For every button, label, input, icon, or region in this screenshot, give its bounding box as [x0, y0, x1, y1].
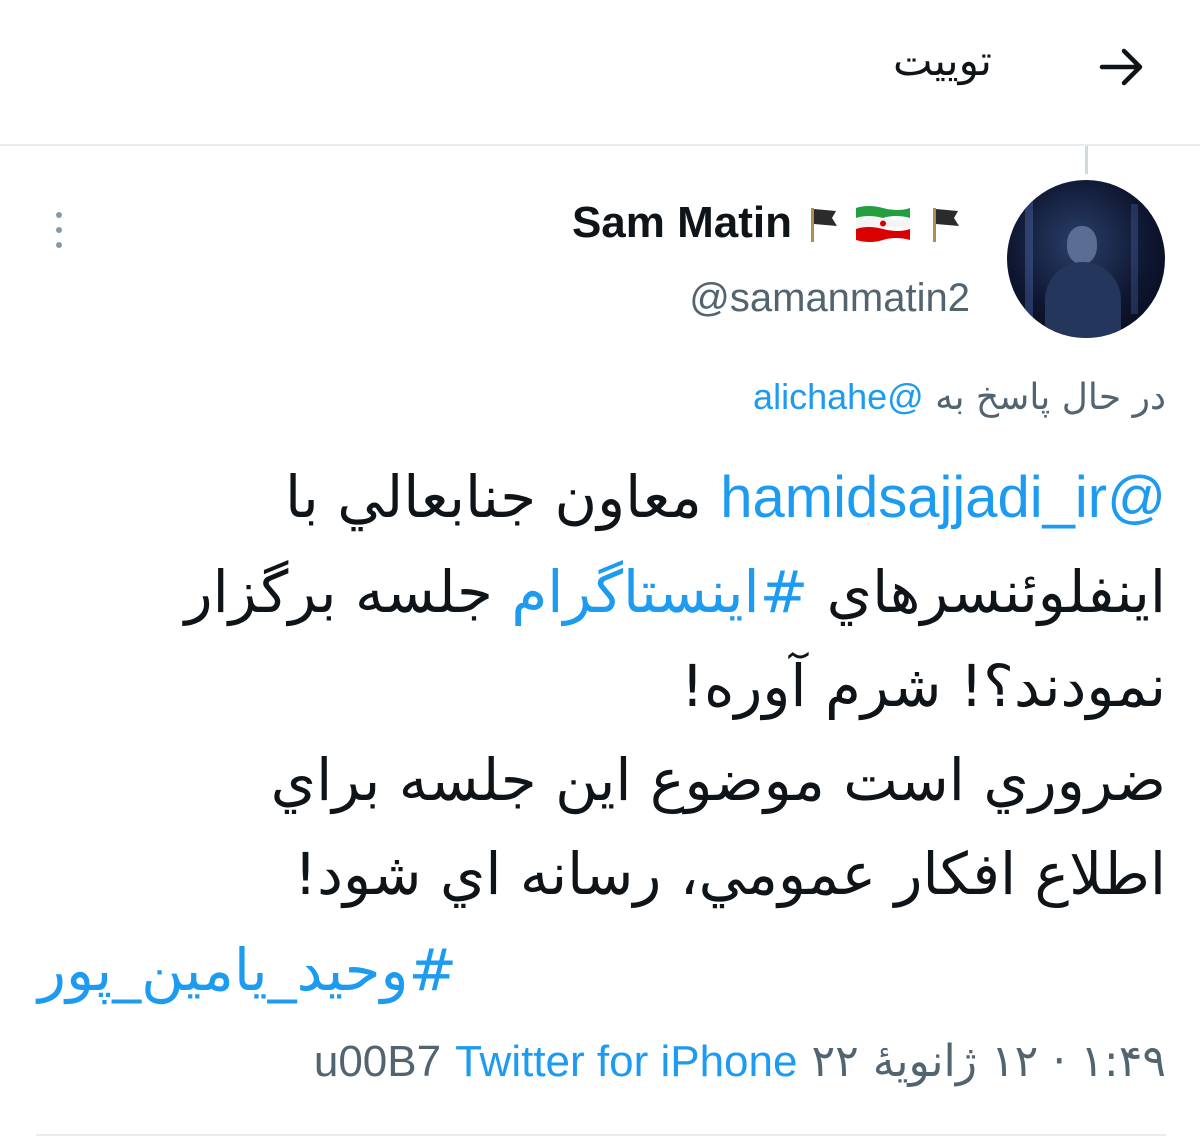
tweet-date: ۱۲ ژانویهٔ ۲۲ — [811, 1036, 1039, 1087]
black-flag-icon — [811, 208, 837, 242]
tweet-line: ضروري است موضوع اين جلسه براي — [270, 746, 1166, 814]
display-name[interactable]: Sam Matin — [572, 198, 792, 248]
reply-mention-link[interactable]: @alichahe — [753, 376, 924, 417]
more-dot-icon — [56, 242, 62, 248]
more-dot-icon — [56, 227, 62, 233]
more-dot-icon — [56, 212, 62, 218]
iran-flag-icon — [856, 206, 910, 242]
top-bar: تویيت — [0, 0, 1200, 144]
hashtag-link[interactable]: #اينستاگرام — [511, 558, 808, 626]
reply-prefix: در حال پاسخ به — [935, 377, 1166, 418]
hashtag-link[interactable]: #وحيد_يامين_پور — [38, 936, 457, 1004]
mention-link[interactable]: @hamidsajjadi_ir — [720, 465, 1166, 530]
user-handle[interactable]: @samanmatin2 — [689, 276, 970, 321]
tweet-text: @hamidsajjadi_ir معاون جنابعالي با اينفل… — [36, 450, 1166, 921]
name-emoji-flags — [808, 200, 968, 246]
meta-separator: · — [1052, 1036, 1067, 1087]
source-prefix: u00B7 — [313, 1037, 442, 1086]
tweet-meta: ۱:۴۹ · ۱۲ ژانویهٔ ۲۲ u00B7 Twitter for i… — [314, 1036, 1166, 1087]
tweet-line: @hamidsajjadi_ir معاون جنابعالي با — [284, 463, 1166, 531]
tweet-line: نمودند؟! شرم آوره! — [680, 652, 1166, 720]
bottom-divider — [36, 1134, 1166, 1136]
back-button[interactable] — [1094, 40, 1148, 94]
black-flag-icon — [933, 208, 959, 242]
tweet-line: اينفلوئنسرهاي #اينستاگرام جلسه برگزار — [184, 558, 1166, 626]
page-title: تویيت — [893, 36, 992, 85]
header-divider — [0, 144, 1200, 146]
tweet-time: ۱:۴۹ — [1080, 1036, 1166, 1087]
more-options-button[interactable] — [48, 208, 72, 252]
source-link[interactable]: Twitter for iPhone — [455, 1037, 797, 1086]
replying-to: در حال پاسخ به @alichahe — [753, 376, 1166, 418]
thread-connector — [1085, 146, 1088, 174]
tweet-line: اطلاع افكار عمومي، رسانه اي شود! — [293, 840, 1166, 908]
avatar[interactable] — [1007, 180, 1165, 338]
arrow-right-icon — [1099, 48, 1143, 86]
